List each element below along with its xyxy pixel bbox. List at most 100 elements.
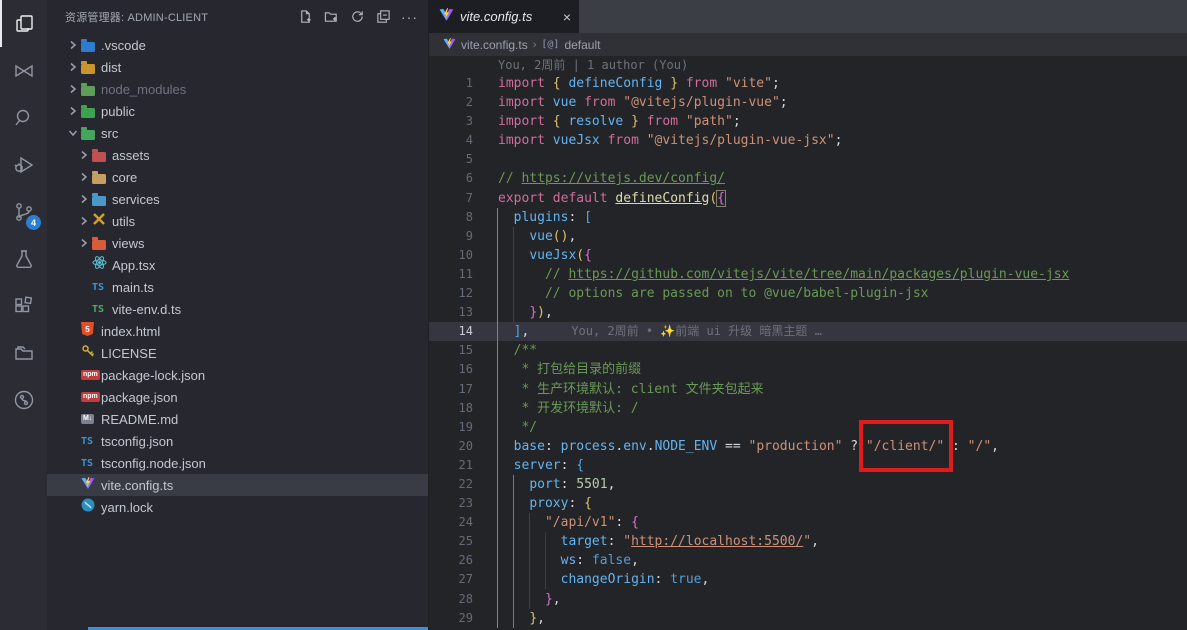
testing-beaker-icon[interactable] (0, 235, 47, 282)
tree-item-assets[interactable]: assets (47, 144, 428, 166)
tree-item-public[interactable]: public (47, 100, 428, 122)
refresh-icon[interactable] (349, 9, 365, 25)
tree-item-tsconfig.node.json[interactable]: TStsconfig.node.json (47, 452, 428, 474)
git-graph-icon[interactable] (0, 376, 47, 423)
tree-item-yarn.lock[interactable]: yarn.lock (47, 496, 428, 518)
chevron-right-icon[interactable] (76, 238, 92, 248)
symbol-module-icon: [@] (541, 39, 559, 50)
code-line-29[interactable]: 29 }, (429, 609, 1187, 628)
code-line-14[interactable]: 14 ],You, 2周前 • ✨前端 ui 升级 暗黑主题 … (429, 322, 1187, 341)
code-line-11[interactable]: 11 // https://github.com/vitejs/vite/tre… (429, 265, 1187, 284)
line-number: 21 (429, 456, 473, 475)
explorer-header: 资源管理器: ADMIN-CLIENT ··· (47, 0, 428, 33)
chevron-right-icon[interactable] (65, 40, 81, 50)
close-icon[interactable]: × (563, 10, 571, 24)
project-folder-icon[interactable] (0, 329, 47, 376)
tree-item-dist[interactable]: dist (47, 56, 428, 78)
tree-item-label: .vscode (101, 38, 146, 53)
ts-icon: TS (81, 436, 93, 447)
chevron-right-icon[interactable] (65, 62, 81, 72)
code-line-8[interactable]: 8 plugins: [ (429, 208, 1187, 227)
code-line-4[interactable]: 4import vueJsx from "@vitejs/plugin-vue-… (429, 131, 1187, 150)
activity-bar: 4 (0, 0, 47, 630)
code-line-1[interactable]: 1import { defineConfig } from "vite"; (429, 74, 1187, 93)
chevron-right-icon[interactable] (76, 150, 92, 160)
file-tree: .vscode distnode_modulespublicsrcassetsco… (47, 34, 428, 518)
tree-item-views[interactable]: views (47, 232, 428, 254)
code-line-22[interactable]: 22 port: 5501, (429, 475, 1187, 494)
tree-item-src[interactable]: src (47, 122, 428, 144)
run-debug-icon[interactable] (0, 141, 47, 188)
tree-item-services[interactable]: services (47, 188, 428, 210)
breadcrumb-file[interactable]: vite.config.ts (461, 38, 528, 52)
code-line-18[interactable]: 18 * 开发环境默认: / (429, 399, 1187, 418)
tree-item-utils[interactable]: utils (47, 210, 428, 232)
code-line-15[interactable]: 15 /** (429, 341, 1187, 360)
vs-infinity-icon[interactable] (0, 47, 47, 94)
chevron-right-icon[interactable] (76, 194, 92, 204)
code-line-9[interactable]: 9 vue(), (429, 227, 1187, 246)
tree-item-label: package.json (101, 390, 178, 405)
extensions-icon[interactable] (0, 282, 47, 329)
code-line-19[interactable]: 19 */ (429, 418, 1187, 437)
code-line-6[interactable]: 6// https://vitejs.dev/config/ (429, 169, 1187, 188)
code-line-12[interactable]: 12 // options are passed on to @vue/babe… (429, 284, 1187, 303)
code-line-20[interactable]: 20 base: process.env.NODE_ENV == "produc… (429, 437, 1187, 456)
line-number: 28 (429, 590, 473, 609)
chevron-down-icon[interactable] (65, 128, 81, 138)
tree-item-index.html[interactable]: 5index.html (47, 320, 428, 342)
tree-item-main.ts[interactable]: TSmain.ts (47, 276, 428, 298)
line-number: 27 (429, 570, 473, 589)
line-number: 19 (429, 418, 473, 437)
code-line-23[interactable]: 23 proxy: { (429, 494, 1187, 513)
new-file-icon[interactable] (297, 9, 313, 25)
tree-item-vite-env.d.ts[interactable]: TSvite-env.d.ts (47, 298, 428, 320)
yarn-icon (81, 498, 95, 517)
chevron-right-icon[interactable] (65, 84, 81, 94)
line-number: 15 (429, 341, 473, 360)
code-line-10[interactable]: 10 vueJsx({ (429, 246, 1187, 265)
tree-item-App.tsx[interactable]: App.tsx (47, 254, 428, 276)
more-actions-icon[interactable]: ··· (401, 12, 418, 22)
tree-item-label: tsconfig.json (101, 434, 173, 449)
chevron-right-icon[interactable] (76, 216, 92, 226)
tab-vite-config[interactable]: vite.config.ts × (429, 0, 579, 33)
explorer-icon[interactable] (0, 0, 47, 47)
chevron-right-icon[interactable] (65, 106, 81, 116)
chevron-right-icon[interactable] (76, 172, 92, 182)
tree-item-README.md[interactable]: M↓README.md (47, 408, 428, 430)
search-icon[interactable] (0, 94, 47, 141)
tree-item-label: services (112, 192, 160, 207)
line-number: 17 (429, 380, 473, 399)
folder-icon (81, 108, 95, 118)
tree-item-.vscode[interactable]: .vscode (47, 34, 428, 56)
code-line-3[interactable]: 3import { resolve } from "path"; (429, 112, 1187, 131)
new-folder-icon[interactable] (323, 9, 339, 25)
tree-item-tsconfig.json[interactable]: TS tsconfig.json (47, 430, 428, 452)
ts-icon: TS (92, 304, 104, 315)
tree-item-core[interactable]: core (47, 166, 428, 188)
source-control-icon[interactable]: 4 (0, 188, 47, 235)
tree-item-node_modules[interactable]: node_modules (47, 78, 428, 100)
line-number: 3 (429, 112, 473, 131)
code-line-26[interactable]: 26 ws: false, (429, 551, 1187, 570)
code-line-21[interactable]: 21 server: { (429, 456, 1187, 475)
tree-item-LICENSE[interactable]: LICENSE (47, 342, 428, 364)
code-editor[interactable]: You, 2周前 | 1 author (You) 1import { defi… (429, 56, 1187, 630)
code-line-24[interactable]: 24 "/api/v1": { (429, 513, 1187, 532)
folder-icon (81, 42, 95, 52)
breadcrumb-symbol[interactable]: default (564, 38, 600, 52)
code-line-13[interactable]: 13 }), (429, 303, 1187, 322)
code-line-16[interactable]: 16 * 打包给目录的前缀 (429, 360, 1187, 379)
code-line-17[interactable]: 17 * 生产环境默认: client 文件夹包起来 (429, 380, 1187, 399)
code-line-27[interactable]: 27 changeOrigin: true, (429, 570, 1187, 589)
code-line-25[interactable]: 25 target: "http://localhost:5500/", (429, 532, 1187, 551)
code-line-28[interactable]: 28 }, (429, 590, 1187, 609)
tree-item-package.json[interactable]: npmpackage.json (47, 386, 428, 408)
code-line-5[interactable]: 5 (429, 150, 1187, 169)
tree-item-package-lock.json[interactable]: npmpackage-lock.json (47, 364, 428, 386)
collapse-all-icon[interactable] (375, 9, 391, 25)
code-line-2[interactable]: 2import vue from "@vitejs/plugin-vue"; (429, 93, 1187, 112)
tree-item-vite.config.ts[interactable]: vite.config.ts (47, 474, 428, 496)
code-line-7[interactable]: 7export default defineConfig({ (429, 189, 1187, 208)
